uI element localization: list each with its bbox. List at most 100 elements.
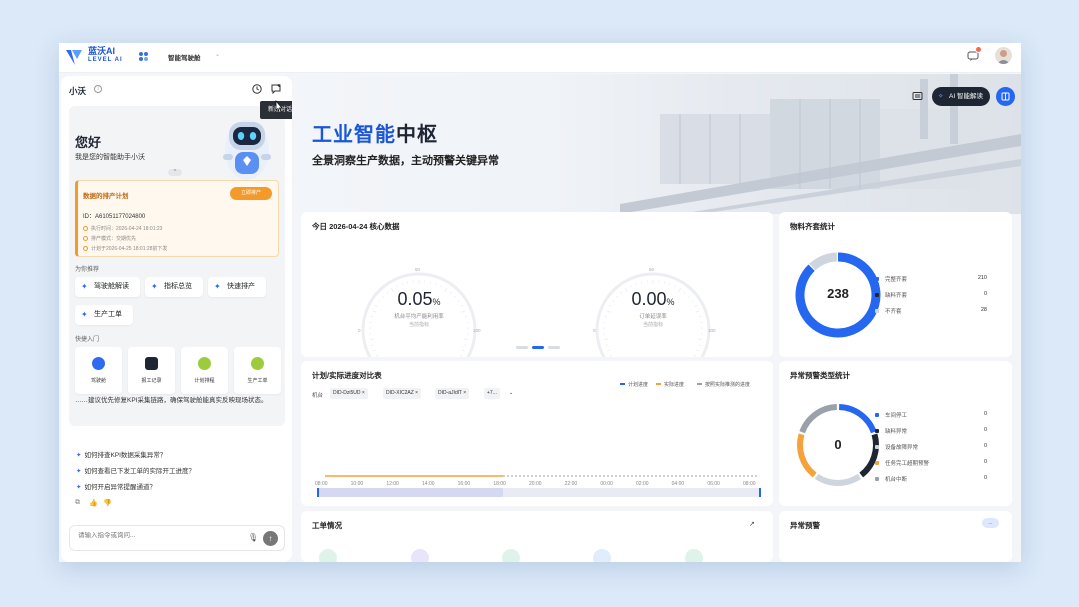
progress-panel: 计划/实际进度对比表 机台 DID-Dzi5UD × DID-XIC2AZ × … <box>301 361 773 506</box>
legend-value: 210 <box>977 275 987 281</box>
gauge-tick-mark <box>630 285 632 288</box>
abnormal-total: 0 <box>834 437 842 452</box>
machine-tag-more[interactable]: +7... <box>484 388 500 399</box>
gauge-tick-mark <box>698 344 701 346</box>
suggested-question[interactable]: ✦ 如何排查KPI数据采集异常？ <box>76 449 166 459</box>
ai-sparkle-icon: ✧ <box>938 93 944 100</box>
chat-area: 您好 我是您的智能助手小沃 ^ 数据的排产计划 立即排产 ID：A6105117… <box>69 106 285 426</box>
legend-item: 缺料异常 0 <box>875 427 987 435</box>
copy-icon[interactable]: ⧉ <box>75 499 80 507</box>
legend-swatch <box>875 277 879 281</box>
layout-toggle-button[interactable] <box>996 87 1015 106</box>
x-tick-label: 18:00 <box>493 481 506 487</box>
quick-entry-cockpit[interactable]: 驾驶舱 <box>75 347 122 394</box>
legend-item: 机台中断 0 <box>875 475 987 483</box>
nav-title[interactable]: 智能驾驶舱 <box>168 52 201 62</box>
carousel-dots[interactable] <box>516 346 562 349</box>
legend-predict: 按照实际推测的进度 <box>697 381 750 388</box>
collapse-button[interactable]: ^ <box>168 169 182 176</box>
x-tick-label: 00:00 <box>600 481 613 487</box>
nav-chevron-icon[interactable]: ⌄ <box>215 51 220 58</box>
legend-item: 不齐套 28 <box>875 307 987 315</box>
workorder-icon <box>251 357 264 370</box>
legend-value: 0 <box>983 459 987 465</box>
page-title: 工业智能中枢 <box>312 124 438 146</box>
plan-icon <box>83 246 88 251</box>
suggested-question[interactable]: ✦ 如何开启异常提醒通道？ <box>76 481 156 491</box>
machine-tag[interactable]: DID-Dzi5UD × <box>330 388 368 399</box>
gauge-tick: 0 <box>358 328 361 333</box>
legend-value: 0 <box>983 443 987 449</box>
schedule-card: 数据的排产计划 立即排产 ID：A61051177024800 执行时间：202… <box>75 180 279 257</box>
legend-label: 缺料异常 <box>885 429 908 435</box>
legend-label: 缺料齐套 <box>885 293 908 299</box>
chat-input[interactable] <box>78 532 228 539</box>
schedule-now-button[interactable]: 立即排产 <box>230 187 272 200</box>
gauge-tick: 100 <box>473 328 481 333</box>
schedule-icon <box>198 357 211 370</box>
chat-input-box: 🎙 ↑ <box>69 525 285 551</box>
suggested-question[interactable]: ✦ 如何查看已下发工单的实际开工进度？ <box>76 465 195 475</box>
gauge-tick-mark <box>459 354 462 357</box>
gauge-tick-mark <box>369 338 374 341</box>
ai-interpret-button[interactable]: ✧ AI 智能解读 <box>932 87 990 106</box>
schedule-card-line: 排产模式：交期优先 <box>83 235 136 242</box>
x-tick-label: 12:00 <box>386 481 399 487</box>
chip-quick-schedule[interactable]: ✦ 快速排产 <box>208 277 266 297</box>
send-button[interactable]: ↑ <box>263 531 278 546</box>
gauge-tick-mark <box>605 344 608 346</box>
x-tick-label: 10:00 <box>350 481 364 487</box>
legend-swatch <box>875 309 879 313</box>
avatar[interactable] <box>995 47 1012 64</box>
sparkle-icon: ✦ <box>76 452 82 459</box>
thumbs-up-icon[interactable]: 👍 <box>89 499 98 507</box>
logo-name: 蓝沃AI <box>88 46 116 56</box>
gauge-tick-mark <box>464 344 467 346</box>
legend-swatch <box>875 413 879 417</box>
gauge-value: 0.00% <box>631 289 675 309</box>
gauge-tick-mark <box>693 354 696 357</box>
x-tick-label: 14:00 <box>422 481 435 487</box>
legend-item: 完整齐套 210 <box>875 275 987 283</box>
x-tick-label: 02:00 <box>636 481 649 487</box>
thumbs-down-icon[interactable]: 👎 <box>103 499 112 507</box>
quick-entry-schedule[interactable]: 计划排程 <box>181 347 228 394</box>
quick-entry-report[interactable]: 报工记录 <box>128 347 175 394</box>
robot-mascot-icon <box>223 120 271 180</box>
expand-icon[interactable]: ↗ <box>749 520 755 528</box>
mouse-cursor-icon <box>275 100 283 114</box>
machine-tag[interactable]: DID-aJIdlT × <box>435 388 470 399</box>
gauge-tick-mark <box>464 338 469 341</box>
assistant-name: 小沃 <box>69 86 87 96</box>
chevron-down-icon[interactable]: ⌄ <box>506 388 517 399</box>
machine-label: 机台 <box>312 393 324 399</box>
legend-value: 0 <box>983 411 987 417</box>
logo-subtitle: LEVEL AI <box>88 57 123 63</box>
notification-badge <box>975 46 982 53</box>
abnormal-panel: 异常预警类型统计 0 车间停工 0 缺料异常 0 设备故障异常 0 任务完工超期预警 0 机台中… <box>779 361 1012 506</box>
greeting-subtitle: 我是您的智能助手小沃 <box>75 154 145 161</box>
legend-label: 设备故障异常 <box>885 445 919 451</box>
info-icon[interactable]: i <box>94 85 102 93</box>
history-icon[interactable] <box>252 84 262 94</box>
cockpit-icon <box>92 357 105 370</box>
sparkle-icon: ✦ <box>81 282 88 291</box>
alert-more-button[interactable]: ... <box>982 518 999 528</box>
chip-work-order[interactable]: ✦ 生产工单 <box>75 305 133 325</box>
gauge-tick-mark <box>696 349 699 352</box>
gauge-tick-mark <box>435 282 437 286</box>
gauge-sublabel: 当前指标 <box>642 322 663 328</box>
gauge-chart <box>361 272 711 357</box>
machine-tag[interactable]: DID-XIC2AZ × <box>383 388 422 399</box>
mic-icon[interactable]: 🎙 <box>248 533 258 542</box>
legend-value: 0 <box>983 291 987 297</box>
chip-kpi-overview[interactable]: ✦ 指标总览 <box>145 277 203 297</box>
legend-plan: 计划进度 <box>620 381 648 388</box>
gauge-tick: 100 <box>708 328 716 333</box>
screen-icon[interactable] <box>912 91 923 102</box>
apps-grid-icon[interactable] <box>138 51 149 62</box>
material-total: 238 <box>827 286 849 301</box>
new-chat-icon[interactable] <box>271 84 282 94</box>
quick-entry-workorder[interactable]: 生产工单 <box>234 347 281 394</box>
chip-cockpit-interpret[interactable]: ✦ 驾驶舱解读 <box>75 277 140 297</box>
